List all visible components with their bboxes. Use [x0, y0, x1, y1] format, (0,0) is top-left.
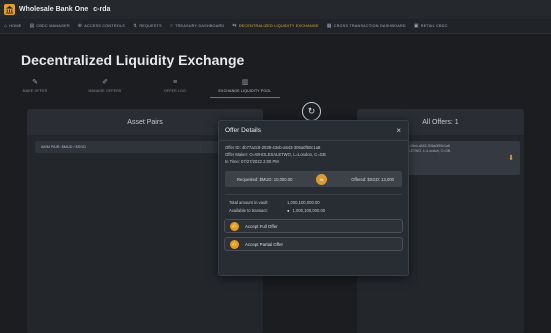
refresh-button[interactable]: ↻ [302, 102, 321, 121]
thumbs-up-icon: 👍 [230, 221, 239, 231]
vault-amounts: Total amount in vault: 1,000,100,000.00 A… [219, 195, 408, 215]
retail-cbdc-icon: ▣ [413, 23, 419, 29]
modal-header: Offer Details × [219, 121, 408, 141]
nav-label: TREASURY DASHBOARD [175, 24, 225, 28]
nav-item-cbdc-manager[interactable]: ▤ CBDC MANAGER [29, 23, 69, 29]
nav-item-retail-cbdc[interactable]: ▣ RETAIL CBDC [414, 23, 448, 29]
accept-full-offer-button[interactable]: 👍 Accept Full Offer [224, 219, 403, 233]
available-amount-label: Available to transact: [229, 208, 268, 213]
nav-item-home[interactable]: ⌂ HOME [4, 23, 21, 29]
nav-item-access-controls[interactable]: ⊕ ACCESS CONTROLS [78, 23, 125, 29]
nav-item-decentralized-exchange[interactable]: ⇆ DECENTRALIZED LIQUIDITY EXCHANGE [232, 23, 318, 29]
nav-label: REQUESTS [139, 24, 162, 28]
info-icon[interactable]: ● [287, 207, 290, 215]
nav-item-cross-transaction-dashboard[interactable]: ▦ CROSS TRANSACTION DASHBOARD [327, 23, 406, 29]
nav-label: RETAIL CBDC [420, 24, 448, 28]
nav-label: DECENTRALIZED LIQUIDITY EXCHANGE [238, 24, 319, 28]
tab-label: MANAGE OFFERS [88, 89, 122, 93]
refresh-icon: ↻ [307, 106, 316, 116]
requests-icon: ↯ [132, 23, 138, 29]
total-amount-label: Total amount in vault: [229, 200, 269, 205]
modal-title: Offer Details [225, 127, 262, 134]
thumbs-up-icon: 👍 [230, 239, 239, 249]
brand-name: c-rda [93, 6, 111, 13]
offer-time: In Time: 07/27/2022 2:00 PM [225, 159, 279, 164]
decentralized-exchange-icon: ⇆ [232, 23, 237, 29]
exchange-subnav: ✎ MAKE OFFER ✐ MANAGE OFFERS ≡ OFFER LOG ▥ E… [0, 74, 551, 98]
nav-item-requests[interactable]: ↯ REQUESTS [133, 23, 162, 29]
offer-id: Offer ID: 4b77a2c8-2039-43eb-a543-306a0f… [225, 145, 321, 150]
offer-meta: Offer ID: 4b77a2c8-2039-43eb-a543-306a0f… [219, 141, 408, 165]
requested-amount: Requested: $MUD: 10,000.00 [237, 176, 293, 182]
accept-partial-offer-label: Accept Partial Offer [245, 241, 283, 247]
offer-maker: Offer Maker: O=WHOLESALETWO, L=London, C… [225, 152, 326, 157]
access-controls-icon: ⊕ [77, 23, 83, 29]
tab-label: OFFER LOG [163, 89, 187, 93]
treasury-dashboard-icon: ○ [169, 23, 174, 29]
tab-offer-log[interactable]: ≡ OFFER LOG [140, 74, 210, 98]
tab-make-offer[interactable]: ✎ MAKE OFFER [0, 74, 70, 98]
nav-label: CBDC MANAGER [36, 24, 70, 28]
exchange-summary: Requested: $MUD: 10,000.00 ⇆ Offered: $S… [225, 171, 402, 187]
nav-label: HOME [9, 24, 22, 28]
accept-full-offer-label: Accept Full Offer [245, 223, 278, 229]
close-icon[interactable]: × [396, 126, 401, 135]
offered-amount: Offered: $SGD: 13,000 [351, 176, 394, 182]
available-amount-value: 1,000,100,000.00 [292, 208, 326, 213]
app-subtitle: c-rda [93, 6, 110, 13]
available-amount-row: Available to transact: ● 1,000,100,000.00 [229, 207, 400, 215]
offer-log-icon: ≡ [172, 79, 178, 86]
tab-exchange-liquidity-pool[interactable]: ▥ EXCHANGE LIQUIDITY POOL [210, 74, 280, 98]
tab-manage-offers[interactable]: ✐ MANAGE OFFERS [70, 74, 140, 98]
main-nav: ⌂ HOME ▤ CBDC MANAGER ⊕ ACCESS CONTROLS ↯ RE… [0, 19, 551, 34]
home-icon: ⌂ [4, 23, 8, 29]
cbdc-manager-icon: ▤ [29, 23, 35, 29]
nav-item-treasury-dashboard[interactable]: ○ TREASURY DASHBOARD [170, 23, 224, 29]
manage-offers-icon: ✐ [102, 79, 108, 86]
accept-partial-offer-button[interactable]: 👍 Accept Partial Offer [224, 237, 403, 251]
offer-details-modal: Offer Details × Offer ID: 4b77a2c8-2039-… [218, 120, 409, 276]
app-title: Wholesale Bank One [19, 6, 89, 13]
tab-label: EXCHANGE LIQUIDITY POOL [218, 88, 272, 93]
exchange-liquidity-pool-icon: ▥ [241, 78, 249, 86]
page-title: Decentralized Liquidity Exchange [21, 52, 245, 68]
total-amount-row: Total amount in vault: 1,000,100,000.00 [229, 199, 400, 207]
total-amount-value: 1,000,100,000.00 [287, 200, 320, 205]
make-offer-icon: ✎ [32, 79, 38, 86]
nav-label: CROSS TRANSACTION DASHBOARD [333, 24, 406, 28]
nav-label: ACCESS CONTROLS [84, 24, 125, 28]
app-header: Wholesale Bank One c-rda [0, 0, 551, 19]
bank-logo-icon [4, 4, 15, 15]
tab-label: MAKE OFFER [22, 89, 48, 93]
download-icon[interactable]: ⬇ [508, 154, 514, 162]
swap-icon: ⇆ [316, 173, 328, 185]
cross-transaction-dashboard-icon: ▦ [326, 23, 332, 29]
